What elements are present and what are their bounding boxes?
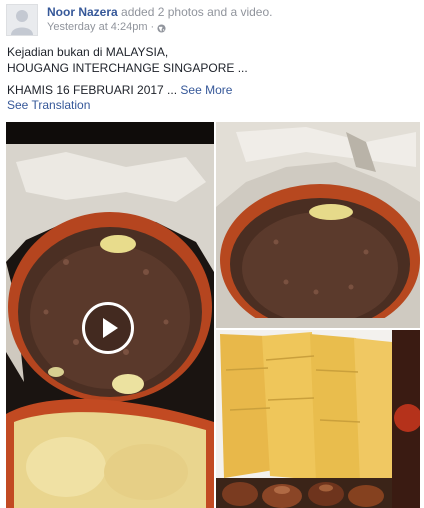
post-meta: Yesterday at 4:24pm ·	[47, 20, 166, 34]
video-tile[interactable]	[6, 122, 214, 508]
post-text-line: HOUGANG INTERCHANGE SINGAPORE ...	[7, 61, 248, 75]
post-text-line: KHAMIS 16 FEBRUARI 2017 ...	[7, 83, 178, 97]
photo-tile[interactable]	[216, 330, 420, 508]
author-name-link[interactable]: Noor Nazera	[47, 5, 118, 19]
meta-separator: ·	[150, 21, 155, 33]
see-more-link[interactable]: See More	[180, 83, 232, 97]
facebook-post: Noor Nazera added 2 photos and a video. …	[0, 0, 424, 508]
post-text: Kejadian bukan di MALAYSIA, HOUGANG INTE…	[7, 44, 417, 98]
play-icon	[103, 318, 118, 338]
post-action-text: added 2 photos and a video.	[117, 5, 273, 19]
media-grid	[4, 120, 420, 508]
default-avatar-icon	[7, 5, 37, 35]
photo-tile[interactable]	[216, 122, 420, 328]
globe-icon[interactable]	[157, 23, 166, 33]
photo-bun-closeup-image	[216, 122, 420, 328]
photo-food-tray-image	[216, 330, 420, 508]
post-text-line-with-more: KHAMIS 16 FEBRUARI 2017 ... See More	[7, 82, 417, 98]
see-translation-link[interactable]: See Translation	[7, 98, 90, 112]
post-timestamp[interactable]: Yesterday at 4:24pm	[47, 20, 148, 34]
author-avatar[interactable]	[6, 4, 38, 36]
post-text-line: Kejadian bukan di MALAYSIA,	[7, 45, 169, 59]
play-button[interactable]	[82, 302, 134, 354]
post-header: Noor Nazera added 2 photos and a video.	[47, 4, 272, 20]
